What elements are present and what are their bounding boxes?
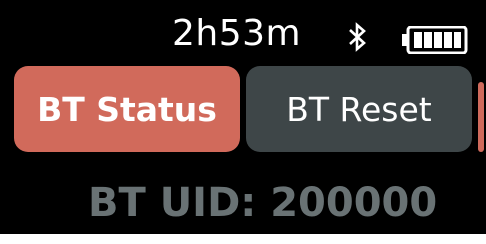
bt-uid-value: 200000 <box>270 180 438 226</box>
device-screen: 2h53m BT Status BT Reset BT UID: 200000 <box>0 0 486 234</box>
time-remaining: 2h53m <box>172 13 302 54</box>
bt-status-button[interactable]: BT Status <box>14 66 240 152</box>
status-bar: 2h53m <box>0 0 486 62</box>
bt-uid-readout: BT UID: 200000 <box>88 180 437 226</box>
battery-full-icon <box>402 26 468 54</box>
bt-status-label: BT Status <box>37 89 217 129</box>
bt-reset-label: BT Reset <box>286 89 432 129</box>
bluetooth-icon <box>349 22 366 52</box>
scrollbar-thumb[interactable] <box>478 82 484 152</box>
bt-uid-label: BT UID: <box>88 180 257 226</box>
bt-reset-button[interactable]: BT Reset <box>246 66 472 152</box>
scrollbar[interactable] <box>476 72 486 152</box>
